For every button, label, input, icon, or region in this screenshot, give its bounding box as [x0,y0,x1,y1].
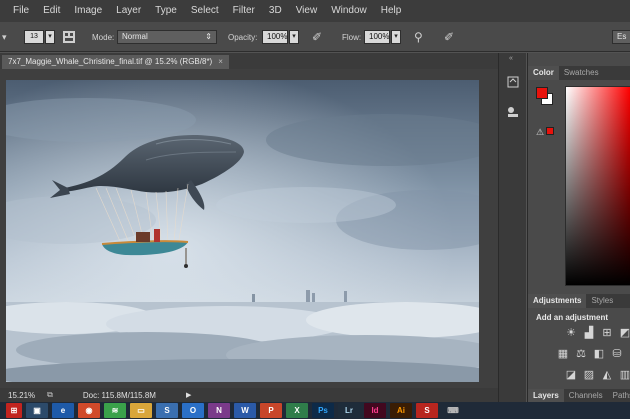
brush-size-dropdown[interactable]: ▾ [45,30,55,44]
canvas-area[interactable] [0,69,498,388]
flow-input[interactable]: 100% [364,30,390,44]
tab-swatches[interactable]: Swatches [559,66,604,80]
mode-label: Mode: [92,32,115,42]
tab-layers[interactable]: Layers [528,389,564,402]
store-icon[interactable]: ▣ [26,403,48,418]
adjustments-title: Add an adjustment [536,313,609,322]
tab-color[interactable]: Color [528,66,559,80]
layers-panel-tabs: Layers Channels Paths [528,389,630,402]
doc-size: Doc: 115.8M/115.8M [82,390,156,400]
levels-icon[interactable]: ▟ [582,327,596,339]
properties-icon[interactable] [504,105,522,123]
start-icon[interactable]: ⊞ [6,403,22,418]
menu-3d[interactable]: 3D [262,0,289,22]
spotify-icon[interactable]: ≋ [104,403,126,418]
photoshop-icon[interactable]: Ps [312,403,334,418]
document-tab-title: 7x7_Maggie_Whale_Christine_final.tif @ 1… [8,57,213,66]
brush-size-picker[interactable]: 13 ▾ [24,22,55,52]
foreground-color-swatch[interactable] [536,87,548,99]
airbrush-icon[interactable]: ⚲ [414,22,423,52]
opacity-input[interactable]: 100% [262,30,288,44]
collapse-arrows-icon[interactable]: « [509,55,513,62]
document-tab[interactable]: 7x7_Maggie_Whale_Christine_final.tif @ 1… [2,55,229,69]
brightness-contrast-icon[interactable]: ☀ [564,327,578,339]
menu-filter[interactable]: Filter [226,0,262,22]
artwork-image [6,80,479,382]
hue-saturation-icon[interactable]: ▦ [556,348,570,360]
outlook-icon[interactable]: O [182,403,204,418]
menu-view[interactable]: View [289,0,325,22]
tab-styles[interactable]: Styles [586,294,618,308]
history-icon[interactable] [504,75,522,93]
tool-preset-picker[interactable]: ▾ [2,22,7,52]
posterize-icon[interactable]: ▨ [582,369,596,381]
right-panels: Color Swatches ⚠ Adjustments Styles Add … [527,53,630,402]
menu-image[interactable]: Image [67,0,109,22]
flow-label: Flow: [342,32,362,42]
onenote-icon[interactable]: N [208,403,230,418]
color-ramp[interactable] [565,86,630,286]
folder-icon[interactable]: ▭ [130,403,152,418]
opacity-label: Opacity: [228,32,258,42]
options-bar: ▾ 13 ▾ Mode: Normal ⇕ Opacity: 100% ▾ ✐ … [0,22,630,52]
flow-dropdown[interactable]: ▾ [391,30,401,44]
menu-help[interactable]: Help [374,0,409,22]
status-bar: 15.21% ⧉ Doc: 115.8M/115.8M ▶ [0,388,498,402]
menu-select[interactable]: Select [184,0,226,22]
taskbar: ⊞ ▣ e ◉ ≋ ▭ S O N W P X Ps Lr Id Ai S ⌨ [0,402,630,419]
exposure-icon[interactable]: ◩ [618,327,630,339]
indesign-icon[interactable]: Id [364,403,386,418]
collapsed-panel-strip: « [498,53,526,402]
status-share-icon[interactable]: ⧉ [47,390,53,400]
curves-icon[interactable]: ⊞ [600,327,614,339]
mode-value: Normal [122,32,148,41]
color-panel-tabs: Color Swatches [528,66,630,80]
app-s-icon[interactable]: S [416,403,438,418]
photo-filter-icon[interactable]: ⛁ [610,348,624,360]
menu-window[interactable]: Window [324,0,374,22]
pressure-size-icon[interactable]: ✐ [444,22,454,52]
menu-file[interactable]: File [6,0,36,22]
menu-layer[interactable]: Layer [109,0,148,22]
gamut-warning-icon[interactable]: ⚠ [536,127,544,138]
keyboard-icon[interactable]: ⌨ [442,403,464,418]
menu-bar: File Edit Image Layer Type Select Filter… [0,0,630,22]
illustrator-icon[interactable]: Ai [390,403,412,418]
mode-dropdown-icon: ⇕ [205,32,212,41]
menu-edit[interactable]: Edit [36,0,67,22]
ie-icon[interactable]: e [52,403,74,418]
mode-select[interactable]: Normal ⇕ [117,30,217,44]
adjustments-panel-tabs: Adjustments Styles [528,294,630,308]
brush-size-value[interactable]: 13 [24,30,44,44]
lightroom-icon[interactable]: Lr [338,403,360,418]
black-white-icon[interactable]: ◧ [592,348,606,360]
excel-icon[interactable]: X [286,403,308,418]
close-icon[interactable]: × [218,55,223,69]
brush-panel-icon[interactable] [62,22,76,52]
threshold-icon[interactable]: ◭ [600,369,614,381]
tab-paths[interactable]: Paths [608,389,630,402]
status-menu-arrow[interactable]: ▶ [186,391,191,399]
gradient-map-icon[interactable]: ▥ [618,369,630,381]
chrome-icon[interactable]: ◉ [78,403,100,418]
tab-channels[interactable]: Channels [564,389,608,402]
invert-icon[interactable]: ◪ [564,369,578,381]
zoom-level[interactable]: 15.21% [8,391,35,400]
pressure-icon[interactable]: ✐ [312,22,322,52]
opacity-dropdown[interactable]: ▾ [289,30,299,44]
powerpoint-icon[interactable]: P [260,403,282,418]
skype-icon[interactable]: S [156,403,178,418]
menu-type[interactable]: Type [148,0,184,22]
document-tab-bar: 7x7_Maggie_Whale_Christine_final.tif @ 1… [0,53,498,69]
color-balance-icon[interactable]: ⚖ [574,348,588,360]
gamut-warning-swatch[interactable] [546,127,554,135]
essentials-button[interactable]: Es [612,30,630,44]
word-icon[interactable]: W [234,403,256,418]
tab-adjustments[interactable]: Adjustments [528,294,587,308]
